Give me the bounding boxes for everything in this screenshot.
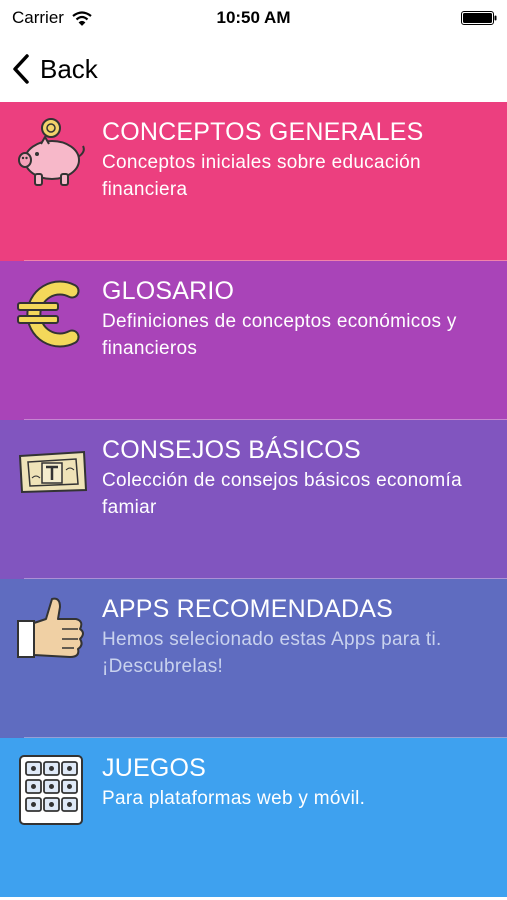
menu-item-conceptos-generales[interactable]: CONCEPTOS GENERALES Conceptos iniciales … <box>0 102 507 261</box>
item-description: Colección de consejos básicos economía f… <box>102 470 462 518</box>
keypad-icon <box>19 755 83 825</box>
menu-item-glosario[interactable]: GLOSARIO Definiciones de conceptos econó… <box>0 261 507 420</box>
item-title: CONSEJOS BÁSICOS <box>102 436 361 464</box>
chevron-left-icon <box>13 54 29 84</box>
menu-list: CONCEPTOS GENERALES Conceptos iniciales … <box>0 102 507 897</box>
menu-item-consejos-basicos[interactable]: CONSEJOS BÁSICOS Colección de consejos b… <box>0 420 507 579</box>
item-title: APPS RECOMENDADAS <box>102 595 393 623</box>
status-bar: Carrier 10:50 AM <box>0 0 507 36</box>
item-description: Definiciones de conceptos económicos y f… <box>102 311 457 359</box>
back-button[interactable]: Back <box>12 50 98 88</box>
item-description: Conceptos iniciales sobre educación fina… <box>102 152 421 200</box>
piggy-bank-icon <box>18 118 85 186</box>
navigation-bar: Back <box>0 36 507 102</box>
back-label: Back <box>40 53 98 84</box>
item-title: GLOSARIO <box>102 277 235 305</box>
item-title: CONCEPTOS GENERALES <box>102 118 424 146</box>
item-description: Para plataformas web y móvil. <box>102 788 366 809</box>
item-title: JUEGOS <box>102 754 206 782</box>
menu-item-apps-recomendadas[interactable]: APPS RECOMENDADAS Hemos selecionado esta… <box>0 579 507 738</box>
item-description: Hemos selecionado estas Apps para ti. ¡D… <box>102 629 442 677</box>
thumbs-up-icon <box>17 597 84 658</box>
status-time: 10:50 AM <box>216 8 291 27</box>
menu-item-juegos[interactable]: JUEGOS Para plataformas web y móvil. <box>0 738 507 897</box>
battery-icon <box>461 11 497 25</box>
euro-icon <box>17 280 80 348</box>
banknote-icon <box>18 450 88 494</box>
